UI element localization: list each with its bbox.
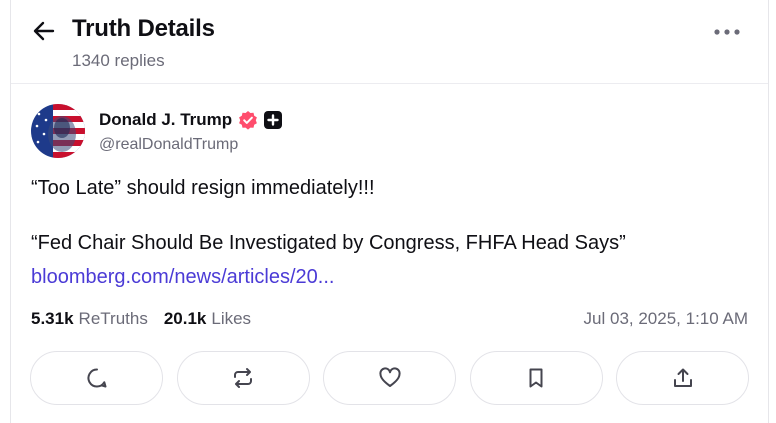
- page-title: Truth Details: [72, 15, 215, 42]
- share-button[interactable]: [616, 351, 749, 405]
- action-bar: [30, 351, 749, 407]
- post-stats: 5.31k ReTruths 20.1k Likes Jul 03, 2025,…: [31, 307, 748, 331]
- name-row: Donald J. Trump: [99, 108, 283, 132]
- header-divider: [11, 83, 768, 84]
- retruths-label: ReTruths: [78, 309, 148, 328]
- bookmark-icon: [529, 368, 543, 388]
- likes-count: 20.1k: [163, 309, 207, 328]
- more-button[interactable]: [712, 22, 742, 42]
- user-handle[interactable]: @realDonaldTrump: [99, 136, 282, 154]
- post-text-line-2: “Fed Chair Should Be Investigated by Con…: [31, 232, 626, 254]
- more-horizontal-icon: [714, 29, 740, 35]
- header: Truth Details 1340 replies: [11, 0, 768, 90]
- post-timestamp: Jul 03, 2025, 1:10 AM: [583, 309, 748, 328]
- post-text-line-1: “Too Late” should resign immediately!!!: [31, 177, 375, 199]
- likes-label: Likes: [211, 309, 252, 328]
- retruths-stat[interactable]: 5.31k ReTruths: [31, 309, 148, 329]
- post-author: Donald J. Trump @realDonaldTrump: [31, 102, 283, 160]
- post-detail-panel: Truth Details 1340 replies Donald J. Tru…: [10, 0, 769, 423]
- bookmark-button[interactable]: [469, 351, 603, 405]
- retruth-icon: [234, 368, 252, 388]
- back-button[interactable]: [31, 18, 57, 44]
- share-icon: [673, 368, 692, 387]
- likes-stat[interactable]: 20.1k Likes: [164, 309, 251, 329]
- avatar-image: [31, 104, 85, 158]
- author-info: Donald J. Trump @realDonaldTrump: [99, 108, 283, 154]
- reply-icon: [87, 368, 106, 388]
- like-button[interactable]: [323, 351, 456, 405]
- retruth-button[interactable]: [176, 351, 310, 405]
- retruths-count: 5.31k: [31, 309, 74, 328]
- plus-badge-icon: [264, 111, 283, 129]
- reply-button[interactable]: [30, 351, 163, 405]
- display-name[interactable]: Donald J. Trump: [99, 110, 232, 130]
- replies-count: 1340 replies: [72, 51, 165, 70]
- avatar[interactable]: [31, 104, 85, 158]
- article-link[interactable]: bloomberg.com/news/articles/20...: [31, 264, 334, 290]
- heart-icon: [378, 367, 401, 387]
- verified-badge-icon: [238, 110, 258, 130]
- arrow-left-icon: [33, 21, 55, 41]
